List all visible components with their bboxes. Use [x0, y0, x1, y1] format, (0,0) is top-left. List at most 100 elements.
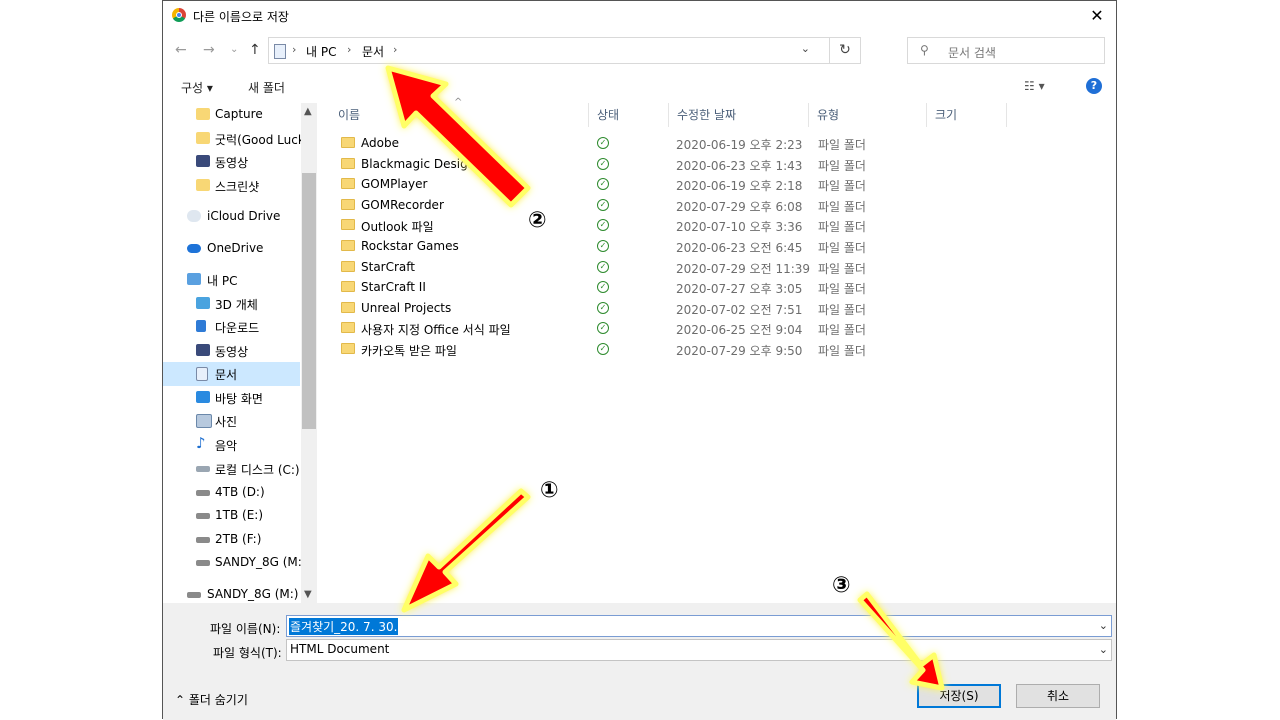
sidebar-item-good-luck[interactable]: 굿럭(Good Luck — [163, 127, 305, 151]
forward-button[interactable]: → — [203, 42, 215, 58]
sidebar-item-label: 바탕 화면 — [215, 392, 263, 406]
file-name: Rockstar Games — [361, 239, 459, 253]
file-row[interactable]: StarCraft ✓ 2020-07-29 오전 11:39 파일 폴더 — [336, 258, 1016, 278]
folder-icon — [341, 178, 355, 189]
column-header-size[interactable]: 크기 — [927, 103, 1007, 127]
file-date: 2020-07-02 오전 7:51 — [676, 303, 803, 317]
3d-objects-icon — [196, 297, 210, 309]
column-header-date[interactable]: 수정한 날짜 — [669, 103, 809, 127]
sidebar-item-desktop[interactable]: 바탕 화면 — [163, 386, 300, 410]
address-dropdown-icon[interactable]: ⌄ — [801, 42, 810, 55]
file-row[interactable]: Rockstar Games ✓ 2020-06-23 오전 6:45 파일 폴… — [336, 237, 1016, 257]
file-row[interactable]: GOMPlayer ✓ 2020-06-19 오후 2:18 파일 폴더 — [336, 175, 1016, 195]
breadcrumb-chevron[interactable]: › — [347, 43, 351, 56]
breadcrumb-chevron[interactable]: › — [292, 43, 296, 56]
sidebar-item-label: 4TB (D:) — [215, 485, 265, 499]
sidebar-item-sandy-m[interactable]: SANDY_8G (M:) — [163, 551, 306, 575]
up-button[interactable]: ↑ — [249, 42, 261, 58]
file-type: 파일 폴더 — [818, 220, 866, 234]
column-header-status[interactable]: 상태 — [589, 103, 669, 127]
recent-locations-icon[interactable]: ⌄ — [230, 44, 238, 55]
new-folder-button[interactable]: 새 폴더 — [248, 79, 285, 96]
filename-label: 파일 이름(N): — [210, 622, 281, 636]
documents-location-icon — [274, 44, 286, 59]
sidebar-item-documents[interactable]: 문서 — [163, 362, 300, 386]
save-button[interactable]: 저장(S) — [917, 684, 1001, 708]
sidebar-item-drive-f[interactable]: 2TB (F:) — [163, 528, 300, 552]
sidebar-scrollbar[interactable]: ▲ ▼ — [301, 103, 317, 603]
sidebar-item-drive-e[interactable]: 1TB (E:) — [163, 504, 300, 528]
sidebar-item-capture[interactable]: Capture — [163, 103, 300, 127]
sidebar-item-label: 굿럭(Good Luck — [215, 133, 305, 147]
file-row[interactable]: 카카오톡 받은 파일 ✓ 2020-07-29 오후 9:50 파일 폴더 — [336, 340, 1016, 360]
sidebar-item-music[interactable]: ♪ 음악 — [163, 433, 300, 457]
drive-icon — [196, 490, 210, 496]
folder-icon — [341, 240, 355, 251]
sidebar-item-sandy-m-2[interactable]: SANDY_8G (M:) — [163, 583, 300, 603]
file-type: 파일 폴더 — [818, 303, 866, 317]
organize-button[interactable]: 구성 ▾ — [181, 79, 213, 96]
file-row[interactable]: Unreal Projects ✓ 2020-07-02 오전 7:51 파일 … — [336, 299, 1016, 319]
file-name: 사용자 지정 Office 서식 파일 — [361, 323, 511, 337]
sidebar-item-drive-d[interactable]: 4TB (D:) — [163, 481, 300, 505]
sidebar-item-drive-c[interactable]: 로컬 디스크 (C:) — [163, 457, 300, 481]
toolbar: 구성 ▾ 새 폴더 ☷ ▾ ? — [163, 73, 1116, 101]
file-row[interactable]: Outlook 파일 ✓ 2020-07-10 오후 3:36 파일 폴더 — [336, 216, 1016, 236]
file-row[interactable]: Blackmagic Design ✓ 2020-06-23 오후 1:43 파… — [336, 155, 1016, 175]
file-date: 2020-06-25 오전 9:04 — [676, 323, 803, 337]
sidebar-item-videos-2[interactable]: 동영상 — [163, 339, 300, 363]
usb-drive-icon — [196, 560, 210, 566]
breadcrumb-this-pc[interactable]: 내 PC — [306, 43, 336, 60]
sidebar-item-this-pc[interactable]: 내 PC — [163, 268, 300, 292]
synced-icon: ✓ — [597, 199, 609, 211]
synced-icon: ✓ — [597, 240, 609, 252]
breadcrumb-chevron[interactable]: › — [393, 43, 397, 56]
step-marker-1: ① — [540, 478, 559, 503]
sidebar-item-3d-objects[interactable]: 3D 개체 — [163, 292, 300, 316]
file-row[interactable]: GOMRecorder ✓ 2020-07-29 오후 6:08 파일 폴더 — [336, 196, 1016, 216]
chrome-icon — [172, 8, 186, 22]
back-button[interactable]: ← — [175, 42, 187, 58]
breadcrumb-documents[interactable]: 문서 — [362, 43, 384, 60]
sidebar-item-icloud-drive[interactable]: iCloud Drive — [163, 205, 300, 229]
folder-icon — [341, 261, 355, 272]
hide-folders-button[interactable]: ⌃ 폴더 숨기기 — [175, 691, 248, 708]
synced-icon: ✓ — [597, 261, 609, 273]
sidebar-item-onedrive[interactable]: OneDrive — [163, 237, 300, 261]
search-box[interactable]: ⚲ 문서 검색 — [907, 37, 1105, 64]
filetype-label: 파일 형식(T): — [213, 646, 282, 660]
refresh-button[interactable]: ↻ — [829, 38, 860, 63]
help-icon[interactable]: ? — [1086, 78, 1102, 94]
file-date: 2020-07-27 오후 3:05 — [676, 282, 803, 296]
scroll-up-icon[interactable]: ▲ — [304, 106, 312, 117]
chevron-down-icon[interactable]: ⌄ — [1099, 643, 1108, 656]
sidebar-item-label: SANDY_8G (M:) — [207, 587, 299, 601]
scroll-down-icon[interactable]: ▼ — [304, 589, 312, 600]
file-row[interactable]: Adobe ✓ 2020-06-19 오후 2:23 파일 폴더 — [336, 134, 1016, 154]
file-type: 파일 폴더 — [818, 262, 866, 276]
column-header-type[interactable]: 유형 — [809, 103, 927, 127]
sidebar-item-downloads[interactable]: 다운로드 — [163, 315, 300, 339]
address-bar[interactable]: › 내 PC › 문서 › ⌄ ↻ — [268, 37, 861, 64]
file-row[interactable]: StarCraft II ✓ 2020-07-27 오후 3:05 파일 폴더 — [336, 278, 1016, 298]
close-button[interactable]: ✕ — [1084, 4, 1110, 28]
sidebar-item-label: 동영상 — [215, 156, 249, 170]
sidebar-item-label: iCloud Drive — [207, 209, 281, 223]
sidebar-item-label: 내 PC — [207, 274, 238, 288]
filetype-select[interactable]: HTML Document ⌄ — [286, 639, 1112, 661]
file-row[interactable]: 사용자 지정 Office 서식 파일 ✓ 2020-06-25 오전 9:04… — [336, 319, 1016, 339]
sidebar-item-screenshots[interactable]: 스크린샷 — [163, 174, 300, 198]
cancel-button[interactable]: 취소 — [1016, 684, 1100, 708]
sidebar-item-pictures[interactable]: 사진 — [163, 409, 300, 433]
chevron-down-icon[interactable]: ⌄ — [1099, 619, 1108, 632]
filename-input[interactable]: 즐겨찾기_20. 7. 30. ⌄ — [286, 615, 1112, 637]
scrollbar-thumb[interactable] — [302, 173, 316, 429]
synced-icon: ✓ — [597, 219, 609, 231]
sidebar-item-videos[interactable]: 동영상 — [163, 150, 300, 174]
step-marker-2: ② — [528, 208, 547, 233]
view-options-button[interactable]: ☷ ▾ — [1024, 79, 1045, 93]
navigation-pane: Capture 굿럭(Good Luck 동영상 스크린샷 iCloud Dri… — [163, 103, 318, 603]
search-icon: ⚲ — [920, 43, 929, 57]
sidebar-item-label: 스크린샷 — [215, 180, 260, 194]
file-type: 파일 폴더 — [818, 138, 866, 152]
